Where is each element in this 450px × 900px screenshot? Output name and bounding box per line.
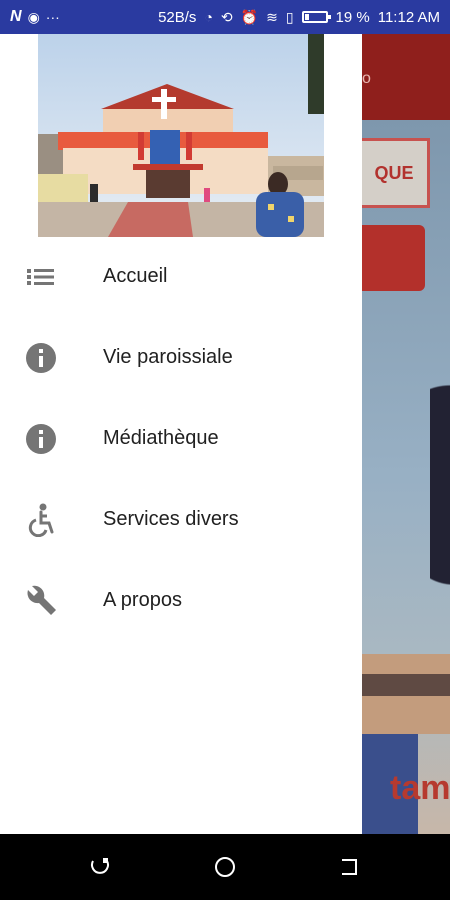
menu-item-a-propos[interactable]: A propos — [0, 560, 362, 641]
menu-item-label: A propos — [103, 589, 182, 611]
info-icon — [24, 341, 58, 375]
navigation-bar — [0, 834, 450, 900]
menu-item-label: Vie paroissiale — [103, 346, 233, 368]
wrench-icon — [24, 584, 58, 618]
church-illustration — [38, 34, 324, 237]
background-roof — [362, 674, 450, 696]
menu-item-accueil[interactable]: Accueil — [0, 236, 362, 317]
background-tree — [430, 374, 450, 604]
back-icon[interactable] — [337, 854, 363, 880]
status-bar-left: N ◉ ··· — [10, 9, 60, 25]
church-photo — [38, 34, 324, 237]
battery-percent: 19 % — [335, 8, 370, 26]
status-bar: N ◉ ··· 52B/s ◔ ⟲ ⏰ ≋ ▯ 19 % 11:12 AM — [0, 0, 450, 34]
list-icon — [24, 260, 58, 294]
recent-apps-icon[interactable] — [87, 854, 113, 880]
drawer-menu: Accueil Vie paroissiale Médiathèque Serv… — [0, 236, 362, 641]
battery-icon — [301, 11, 331, 23]
background-header-text: o — [362, 70, 371, 87]
navigation-drawer: Accueil Vie paroissiale Médiathèque Serv… — [0, 34, 362, 834]
menu-item-label: Médiathèque — [103, 427, 219, 449]
menu-item-mediatheque[interactable]: Médiathèque — [0, 398, 362, 479]
network-speed: 52B/s — [158, 8, 197, 26]
menu-item-vie-paroissiale[interactable]: Vie paroissiale — [0, 317, 362, 398]
sim-icon: ▯ — [285, 9, 294, 25]
n-icon: N — [10, 8, 22, 25]
alarm-icon: ⏰ — [240, 9, 259, 25]
background-button-outlined: QUE — [350, 138, 430, 208]
background-text: tam — [390, 769, 450, 807]
signal-icon: ◉ — [27, 9, 40, 25]
menu-item-label: Accueil — [103, 265, 168, 287]
status-bar-right: 52B/s ◔ ⟲ ⏰ ≋ ▯ 19 % 11:12 AM — [158, 9, 440, 26]
data-saver-icon: ◔ — [204, 9, 213, 25]
clock: 11:12 AM — [377, 8, 440, 26]
menu-item-services-divers[interactable]: Services divers — [0, 479, 362, 560]
home-icon[interactable] — [212, 854, 238, 880]
screen-rotate-icon: ⟲ — [220, 9, 233, 25]
info-icon — [24, 422, 58, 456]
accessibility-icon — [24, 503, 58, 537]
more-icon: ··· — [45, 9, 60, 25]
menu-item-label: Services divers — [103, 508, 239, 530]
wifi-icon: ≋ — [266, 9, 278, 25]
